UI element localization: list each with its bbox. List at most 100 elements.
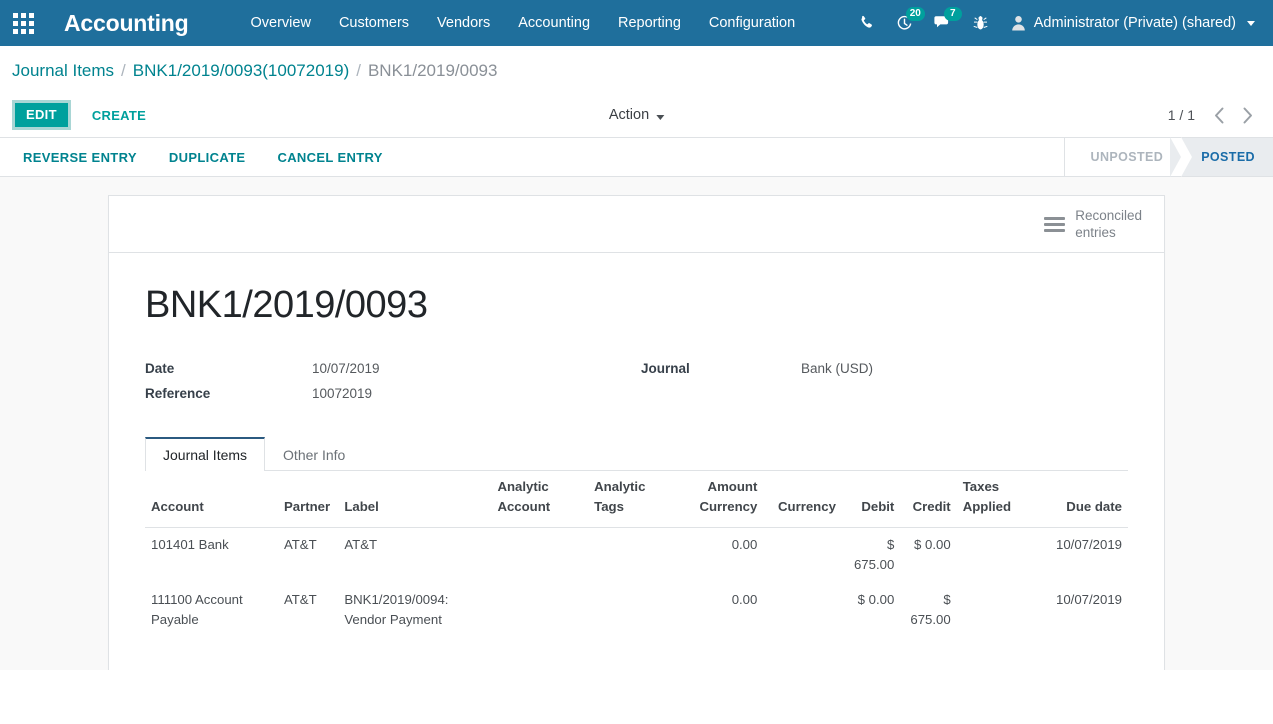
- column-header-label[interactable]: Label: [338, 470, 492, 528]
- column-header-analytic-account[interactable]: Analytic Account: [491, 470, 589, 528]
- column-header-amount-currency[interactable]: Amount Currency: [680, 470, 764, 528]
- pager-previous-button[interactable]: [1205, 100, 1233, 130]
- column-header-taxes-applied[interactable]: Taxes Applied: [956, 470, 1028, 528]
- bug-debug-icon[interactable]: [963, 0, 999, 46]
- page-title: BNK1/2019/0093: [145, 284, 428, 326]
- column-header-analytic-tags[interactable]: Analytic Tags: [588, 470, 681, 528]
- activity-clock-icon[interactable]: 20: [887, 0, 925, 46]
- chevron-down-icon: [1247, 20, 1255, 26]
- action-dropdown[interactable]: Action: [608, 107, 665, 123]
- edit-button[interactable]: EDIT: [12, 99, 71, 131]
- menu-item-configuration[interactable]: Configuration: [695, 2, 809, 44]
- cell-due-date[interactable]: 10/07/2019: [1027, 583, 1128, 638]
- breadcrumb-separator: /: [356, 61, 361, 80]
- cell-analytic-tags[interactable]: [588, 583, 681, 638]
- cell-amount-currency[interactable]: 0.00: [681, 527, 764, 582]
- cell-partner[interactable]: AT&T: [278, 527, 338, 582]
- main-menu: Overview Customers Vendors Accounting Re…: [237, 2, 810, 44]
- table-body: 101401 Bank AT&T AT&T 0.00 $ 675.00 $ 0.…: [145, 527, 1128, 670]
- breadcrumb-item-journal-items[interactable]: Journal Items: [12, 61, 114, 81]
- cell-credit[interactable]: $ 0.00: [900, 527, 956, 582]
- cell-analytic-tags[interactable]: [588, 527, 681, 582]
- table-filler-cell: [145, 638, 1128, 670]
- cell-label[interactable]: AT&T: [338, 527, 491, 582]
- menu-item-accounting[interactable]: Accounting: [504, 2, 604, 44]
- status-pipeline: UNPOSTED POSTED: [1063, 137, 1273, 177]
- breadcrumb-item-entry[interactable]: BNK1/2019/0093(10072019): [133, 61, 349, 81]
- cell-account[interactable]: 101401 Bank: [145, 527, 278, 582]
- form-view-area: Reconciled entries BNK1/2019/0093 Date 1…: [0, 177, 1273, 670]
- table-row[interactable]: 101401 Bank AT&T AT&T 0.00 $ 675.00 $ 0.…: [145, 527, 1128, 582]
- header-fields: Date 10/07/2019 Journal Bank (USD) Refer…: [145, 361, 1128, 401]
- cell-due-date[interactable]: 10/07/2019: [1027, 527, 1128, 582]
- field-value-reference[interactable]: 10072019: [312, 386, 641, 401]
- column-header-partner[interactable]: Partner: [277, 470, 339, 528]
- cell-partner[interactable]: AT&T: [278, 583, 338, 638]
- menu-item-reporting[interactable]: Reporting: [604, 2, 695, 44]
- pager-next-button[interactable]: [1233, 100, 1261, 130]
- column-header-account[interactable]: Account: [145, 470, 278, 528]
- stat-line-1: Reconciled: [1075, 208, 1142, 223]
- reverse-entry-button[interactable]: REVERSE ENTRY: [12, 143, 148, 172]
- cell-taxes-applied[interactable]: [957, 583, 1028, 638]
- status-step-unposted[interactable]: UNPOSTED: [1064, 137, 1192, 177]
- column-header-currency[interactable]: Currency: [763, 470, 842, 528]
- cell-taxes-applied[interactable]: [957, 527, 1028, 582]
- action-dropdown-label: Action: [608, 107, 650, 123]
- column-header-due-date[interactable]: Due date: [1027, 470, 1128, 528]
- column-header-debit[interactable]: Debit: [841, 470, 901, 528]
- status-step-posted[interactable]: POSTED: [1170, 137, 1273, 177]
- field-label-journal: Journal: [641, 360, 690, 376]
- menu-item-customers[interactable]: Customers: [325, 2, 423, 44]
- apps-menu-button[interactable]: [0, 0, 46, 46]
- record-sheet: Reconciled entries BNK1/2019/0093 Date 1…: [108, 195, 1165, 670]
- cell-debit[interactable]: $ 675.00: [842, 527, 900, 582]
- cancel-entry-button[interactable]: CANCEL ENTRY: [266, 143, 393, 172]
- pager-value: 1 / 1: [1167, 107, 1195, 123]
- statusbar-row: REVERSE ENTRY DUPLICATE CANCEL ENTRY UNP…: [0, 137, 1273, 177]
- field-label-reference: Reference: [145, 385, 211, 401]
- cell-amount-currency[interactable]: 0.00: [681, 583, 764, 638]
- reconciled-entries-label: Reconciled entries: [1075, 207, 1142, 241]
- field-label-date: Date: [145, 360, 175, 376]
- cell-account[interactable]: 111100 Account Payable: [145, 583, 278, 638]
- menu-item-overview[interactable]: Overview: [237, 2, 325, 44]
- user-avatar-icon: [1011, 16, 1025, 31]
- breadcrumb-item-current: BNK1/2019/0093: [367, 61, 498, 80]
- statusbar-buttons: REVERSE ENTRY DUPLICATE CANCEL ENTRY: [0, 138, 1064, 176]
- duplicate-button[interactable]: DUPLICATE: [158, 143, 257, 172]
- notebook-tabs: Journal Items Other Info: [145, 436, 1128, 471]
- cell-currency[interactable]: [763, 583, 842, 638]
- user-name-label: Administrator (Private) (shared): [1033, 15, 1236, 31]
- cell-currency[interactable]: [763, 527, 842, 582]
- table-row[interactable]: 111100 Account Payable AT&T BNK1/2019/00…: [145, 583, 1128, 638]
- cell-credit[interactable]: $ 675.00: [900, 583, 956, 638]
- menu-item-vendors[interactable]: Vendors: [423, 2, 504, 44]
- cell-label[interactable]: BNK1/2019/0094: Vendor Payment: [338, 583, 491, 638]
- tab-other-info[interactable]: Other Info: [265, 437, 363, 471]
- cell-debit[interactable]: $ 0.00: [842, 583, 900, 638]
- create-button[interactable]: CREATE: [79, 100, 159, 131]
- cell-analytic-account[interactable]: [491, 527, 588, 582]
- user-menu[interactable]: Administrator (Private) (shared): [1001, 15, 1261, 31]
- field-value-date[interactable]: 10/07/2019: [312, 361, 641, 376]
- control-panel: EDIT CREATE Action 1 / 1: [0, 93, 1273, 137]
- chevron-down-icon: [656, 114, 665, 120]
- stat-button-box: Reconciled entries: [109, 196, 1164, 253]
- top-navbar: Accounting Overview Customers Vendors Ac…: [0, 0, 1273, 46]
- breadcrumb: Journal Items / BNK1/2019/0093(10072019)…: [0, 46, 1273, 93]
- column-header-credit[interactable]: Credit: [900, 470, 957, 528]
- reconciled-entries-stat-button[interactable]: Reconciled entries: [1034, 204, 1158, 244]
- messages-count-badge: 7: [943, 7, 962, 21]
- tab-journal-items[interactable]: Journal Items: [145, 436, 266, 471]
- table-filler-row: [145, 638, 1128, 670]
- journal-items-table: Account Partner Label Analytic Account A…: [145, 470, 1128, 670]
- cell-analytic-account[interactable]: [491, 583, 588, 638]
- chevron-left-icon: [1214, 107, 1223, 123]
- table-header: Account Partner Label Analytic Account A…: [145, 470, 1128, 528]
- messages-chat-icon[interactable]: 7: [925, 0, 962, 46]
- app-brand-title[interactable]: Accounting: [64, 10, 189, 37]
- phone-icon[interactable]: [849, 0, 885, 46]
- sheet-body: BNK1/2019/0093 Date 10/07/2019 Journal B…: [109, 253, 1164, 670]
- field-value-journal[interactable]: Bank (USD): [801, 361, 1061, 376]
